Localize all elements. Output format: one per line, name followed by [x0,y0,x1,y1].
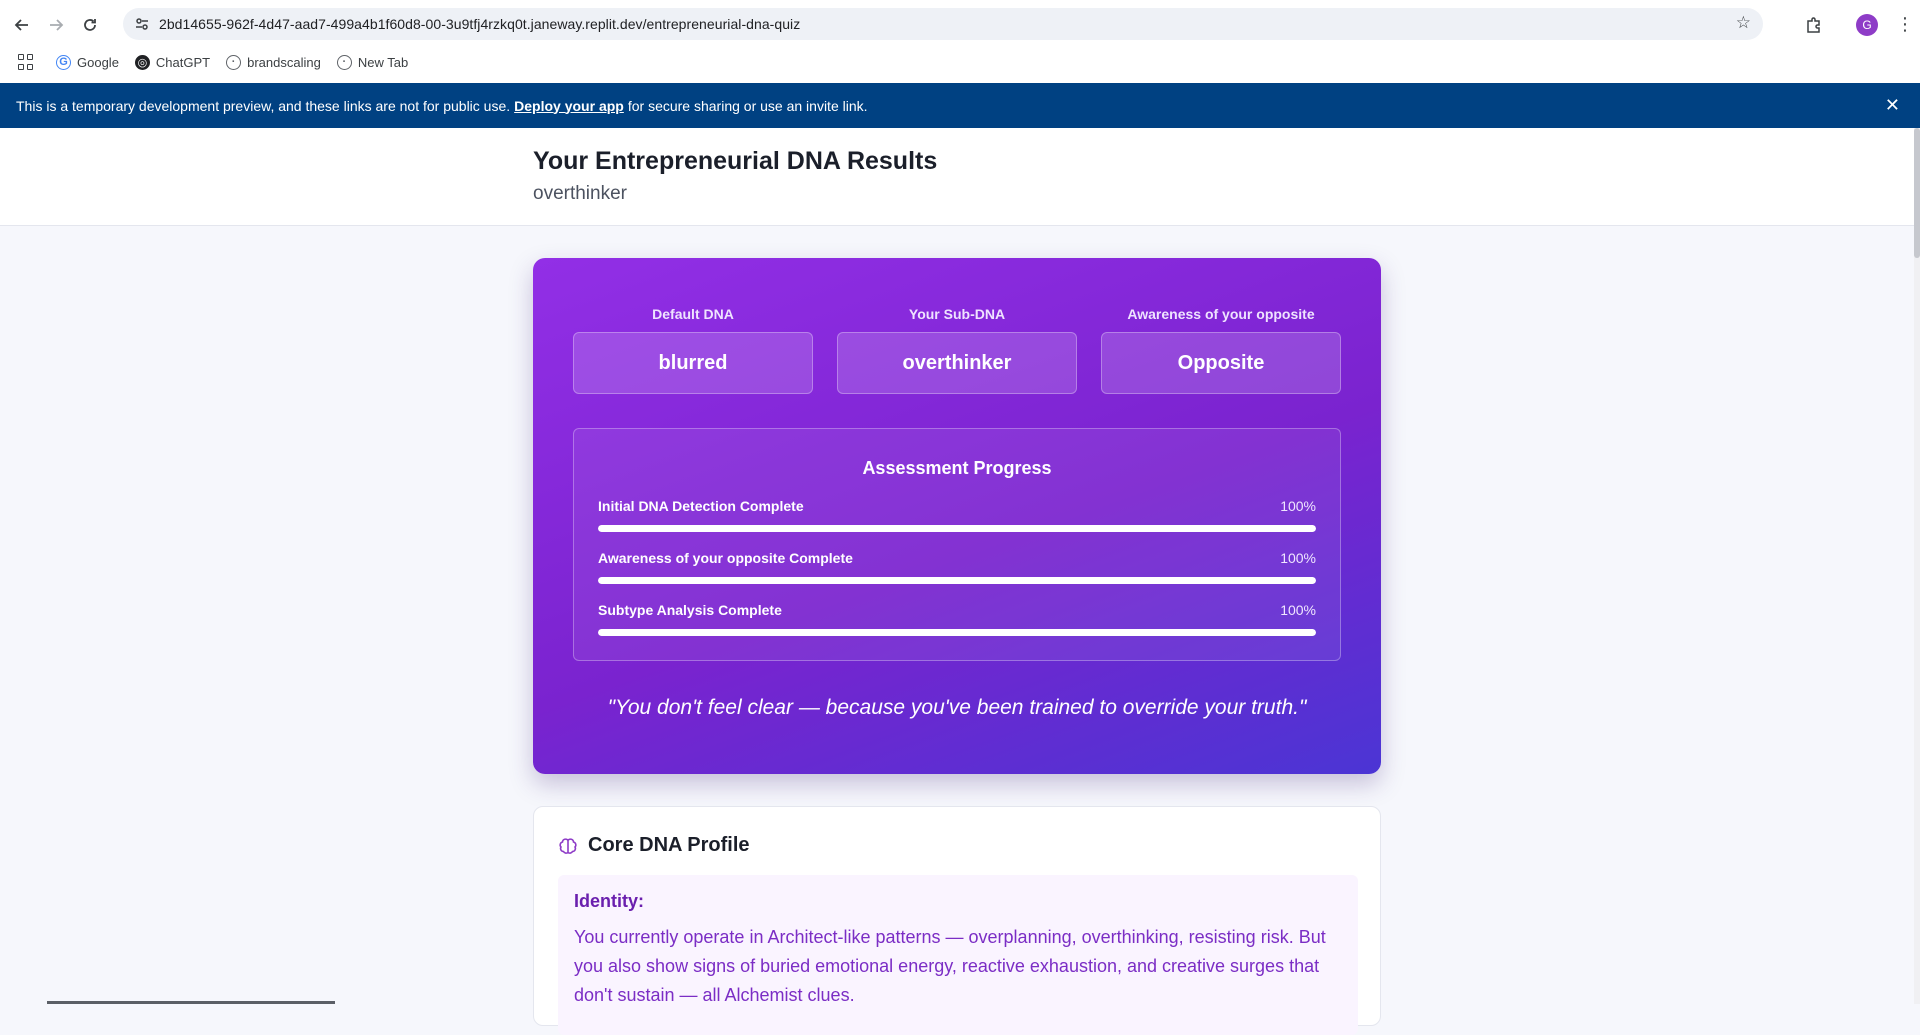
bookmark-star-icon[interactable]: ☆ [1736,13,1751,33]
page-title: Your Entrepreneurial DNA Results [533,147,938,175]
extensions-icon[interactable] [1802,13,1826,37]
url-text[interactable]: 2bd14655-962f-4d47-aad7-499a4b1f60d8-00-… [159,16,800,32]
reload-icon [84,18,96,31]
default-dna-column: Default DNA blurred [573,306,813,394]
core-profile-title: Core DNA Profile [588,834,750,856]
bookmark-label: ChatGPT [155,54,211,70]
bookmark-new-tab[interactable]: · New Tab [336,54,409,70]
opposite-value: Opposite [1101,332,1341,394]
bookmark-label: New Tab [357,54,409,70]
globe-icon: · [226,54,242,70]
progress-item-label: Awareness of your opposite Complete [598,550,853,566]
progress-fill [598,629,1316,636]
banner-text: This is a temporary development preview,… [16,97,511,114]
bookmark-brandscaling[interactable]: · brandscaling [226,54,321,70]
bookmark-label: brandscaling [247,54,321,70]
globe-icon: · [336,54,352,70]
progress-item-label: Initial DNA Detection Complete [598,498,804,514]
identity-description: You currently operate in Architect-like … [574,927,1326,1005]
default-dna-label: Default DNA [652,306,734,322]
sub-dna-value: overthinker [837,332,1077,394]
scrollbar-thumb[interactable] [1914,128,1920,258]
bookmarks-bar: G Google ◎ ChatGPT · brandscaling · New … [0,49,1920,75]
dev-preview-banner: This is a temporary development preview,… [0,83,1920,128]
dna-quote: "You don't feel clear — because you've b… [607,696,1307,719]
progress-item-subtype: Subtype Analysis Complete 100% [598,602,1316,636]
progress-track [598,577,1316,584]
address-bar[interactable]: 2bd14655-962f-4d47-aad7-499a4b1f60d8-00-… [123,8,1763,40]
browser-toolbar: 2bd14655-962f-4d47-aad7-499a4b1f60d8-00-… [0,0,1920,83]
forward-button[interactable] [44,13,68,37]
core-profile-heading: Core DNA Profile [558,834,750,857]
bookmark-chatgpt[interactable]: ◎ ChatGPT [134,54,211,70]
kebab-menu-icon[interactable]: ⋮ [1896,14,1914,35]
arrow-left-icon [14,18,28,31]
sub-dna-column: Your Sub-DNA overthinker [837,306,1077,394]
back-button[interactable] [10,13,34,37]
progress-item-label: Subtype Analysis Complete [598,602,782,618]
progress-item-opposite: Awareness of your opposite Complete 100% [598,550,1316,584]
deploy-app-link[interactable]: Deploy your app [514,98,624,114]
apps-grid-icon[interactable] [18,54,34,70]
site-info-icon[interactable] [131,13,153,35]
url-bar-row: 2bd14655-962f-4d47-aad7-499a4b1f60d8-00-… [0,4,1920,45]
core-dna-profile-card: Core DNA Profile Identity: You currently… [533,806,1381,1035]
page-scrollbar[interactable] [1914,128,1920,1004]
progress-track [598,525,1316,532]
progress-item-percent: 100% [1280,602,1316,618]
profile-avatar[interactable]: G [1856,13,1878,36]
sub-dna-label: Your Sub-DNA [908,306,1006,322]
progress-title: Assessment Progress [862,458,1052,478]
dna-results-card: Default DNA blurred Your Sub-DNA overthi… [533,258,1381,774]
arrow-right-icon [50,18,64,31]
toolbar-right: G ⋮ [1802,4,1920,45]
progress-fill [598,577,1316,584]
reload-button[interactable] [78,13,102,37]
results-header: Your Entrepreneurial DNA Results overthi… [0,128,1914,226]
bookmark-google[interactable]: G Google [56,54,119,70]
assessment-progress-panel: Assessment Progress Initial DNA Detectio… [573,428,1341,661]
default-dna-value: blurred [573,332,813,394]
identity-label: Identity: [574,891,644,911]
close-icon[interactable]: ✕ [1885,95,1900,116]
opposite-column: Awareness of your opposite Opposite [1101,306,1341,394]
brain-icon [559,837,577,854]
identity-section: Identity: You currently operate in Archi… [558,875,1358,1035]
progress-track [598,629,1316,636]
google-icon: G [56,54,71,70]
progress-item-percent: 100% [1280,550,1316,566]
page-subtitle: overthinker [533,183,627,204]
opposite-label: Awareness of your opposite [1127,306,1315,322]
bookmark-label: Google [77,54,119,70]
chatgpt-icon: ◎ [134,54,150,70]
progress-item-initial: Initial DNA Detection Complete 100% [598,498,1316,532]
banner-text-after: for secure sharing or use an invite link… [627,97,868,114]
progress-fill [598,525,1316,532]
progress-item-percent: 100% [1280,498,1316,514]
